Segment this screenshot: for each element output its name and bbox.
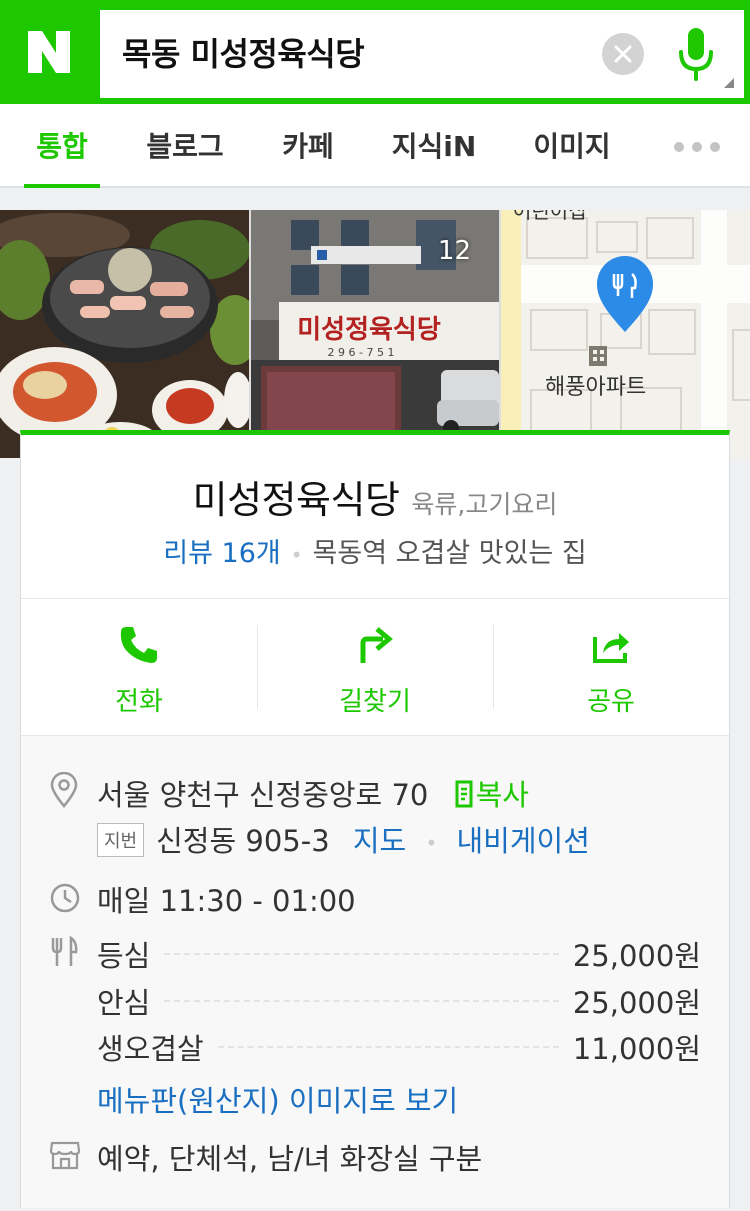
close-icon	[614, 45, 632, 63]
place-name[interactable]: 미성정육식당	[193, 478, 400, 522]
tab-knowledge-in[interactable]: 지식iN	[386, 104, 482, 188]
map-image: 어린이집 해풍아파트	[501, 210, 750, 458]
menu-item: 등심 25,000원	[97, 934, 701, 974]
place-category: 육류,고기요리	[411, 490, 558, 519]
menu-item-name: 안심	[97, 986, 151, 1020]
photo-count: 12	[437, 236, 471, 266]
map-label-kindergarten: 어린이집	[513, 210, 587, 223]
menu-item-name: 등심	[97, 939, 151, 973]
menu-dotted-leader	[217, 1046, 559, 1048]
menu-item-price: 25,000원	[572, 986, 701, 1020]
tab-integrated[interactable]: 통합	[24, 104, 100, 188]
menu-item-price: 11,000원	[572, 1032, 701, 1066]
review-link[interactable]: 리뷰 16개	[163, 538, 280, 569]
map-label-apartment: 해풍아파트	[545, 375, 646, 400]
search-input[interactable]: 목동 미성정육식당	[122, 10, 365, 98]
active-tab-indicator	[24, 184, 100, 188]
naver-n-icon	[28, 31, 70, 73]
place-sub-row: 리뷰 16개 • 목동역 오겹살 맛있는 집	[21, 531, 729, 570]
menu-item-price: 25,000원	[572, 939, 701, 973]
photo-strip: 미성정육식당 2 9 6 - 7 5 1 12 어린이집 해풍아파트	[0, 210, 750, 458]
copy-icon	[455, 780, 473, 808]
store-icon	[49, 1141, 81, 1170]
more-tabs-button[interactable]	[674, 142, 720, 152]
business-hours: 매일 11:30 - 01:00	[97, 884, 356, 918]
directions-icon	[360, 627, 393, 663]
copy-label: 복사	[475, 778, 529, 812]
menu-item: 안심 25,000원	[97, 981, 701, 1021]
voice-search-button[interactable]	[670, 24, 722, 84]
menu-cutlery-icon	[51, 936, 78, 966]
jibun-address: 신정동 905-3	[156, 824, 330, 858]
svg-text:2 9 6 - 7 5 1: 2 9 6 - 7 5 1	[328, 346, 395, 359]
jibun-row: 지번 신정동 905-3 지도 • 내비게이션	[97, 818, 590, 860]
clear-search-button[interactable]	[602, 33, 644, 75]
jibun-badge: 지번	[97, 823, 145, 857]
search-box[interactable]: 목동 미성정육식당	[100, 10, 744, 98]
svg-text:미성정육식당: 미성정육식당	[297, 315, 441, 345]
microphone-icon	[679, 28, 713, 81]
place-info: 서울 양천구 신정중앙로 70 복사 지번 신정동 905-3 지도 • 내비게이…	[21, 736, 729, 1208]
food-image	[0, 210, 249, 458]
search-tabs: 통합 블로그 카페 지식iN 이미지	[0, 104, 750, 188]
copy-button[interactable]: 복사	[452, 778, 529, 812]
directions-label: 길찾기	[339, 687, 411, 717]
search-header: 목동 미성정육식당	[0, 0, 750, 104]
tab-blog[interactable]: 블로그	[140, 104, 230, 188]
phone-icon	[120, 627, 157, 663]
place-description: 목동역 오겹살 맛있는 집	[312, 538, 587, 569]
navigation-link[interactable]: 내비게이션	[456, 824, 589, 858]
menu-dotted-leader	[164, 1000, 559, 1002]
place-card: 미성정육식당 육류,고기요리 리뷰 16개 • 목동역 오겹살 맛있는 집 전화 길찾…	[20, 430, 730, 1208]
share-button[interactable]: 공유	[493, 599, 729, 735]
clock-icon	[50, 883, 80, 913]
map-link[interactable]: 지도	[353, 824, 406, 858]
separator-dot: •	[425, 831, 438, 855]
call-button[interactable]: 전화	[21, 599, 257, 735]
naver-logo[interactable]	[0, 0, 98, 104]
place-title-row: 미성정육식당 육류,고기요리	[21, 469, 729, 524]
share-label: 공유	[587, 687, 635, 717]
separator-dot: •	[290, 542, 303, 567]
storefront-photo[interactable]: 미성정육식당 2 9 6 - 7 5 1 12	[251, 210, 499, 458]
menu-item: 생오겹살 11,000원	[97, 1027, 701, 1067]
menu-image-link[interactable]: 메뉴판(원산지) 이미지로 보기	[97, 1078, 458, 1120]
menu-dotted-leader	[164, 953, 559, 955]
action-bar: 전화 길찾기 공유	[21, 598, 729, 736]
tab-cafe[interactable]: 카페	[270, 104, 346, 188]
facilities-text: 예약, 단체석, 남/녀 화장실 구분	[97, 1142, 483, 1176]
food-photo[interactable]	[0, 210, 249, 458]
tab-image[interactable]: 이미지	[524, 104, 620, 188]
call-label: 전화	[115, 687, 163, 717]
directions-button[interactable]: 길찾기	[257, 599, 493, 735]
menu-item-name: 생오겹살	[97, 1032, 204, 1066]
resize-corner	[724, 78, 734, 88]
location-pin-icon	[50, 772, 78, 808]
address-text: 서울 양천구 신정중앙로 70	[97, 778, 429, 812]
share-icon	[593, 633, 629, 663]
address-row: 서울 양천구 신정중앙로 70 복사	[97, 772, 529, 814]
map-thumbnail[interactable]: 어린이집 해풍아파트	[501, 210, 750, 458]
